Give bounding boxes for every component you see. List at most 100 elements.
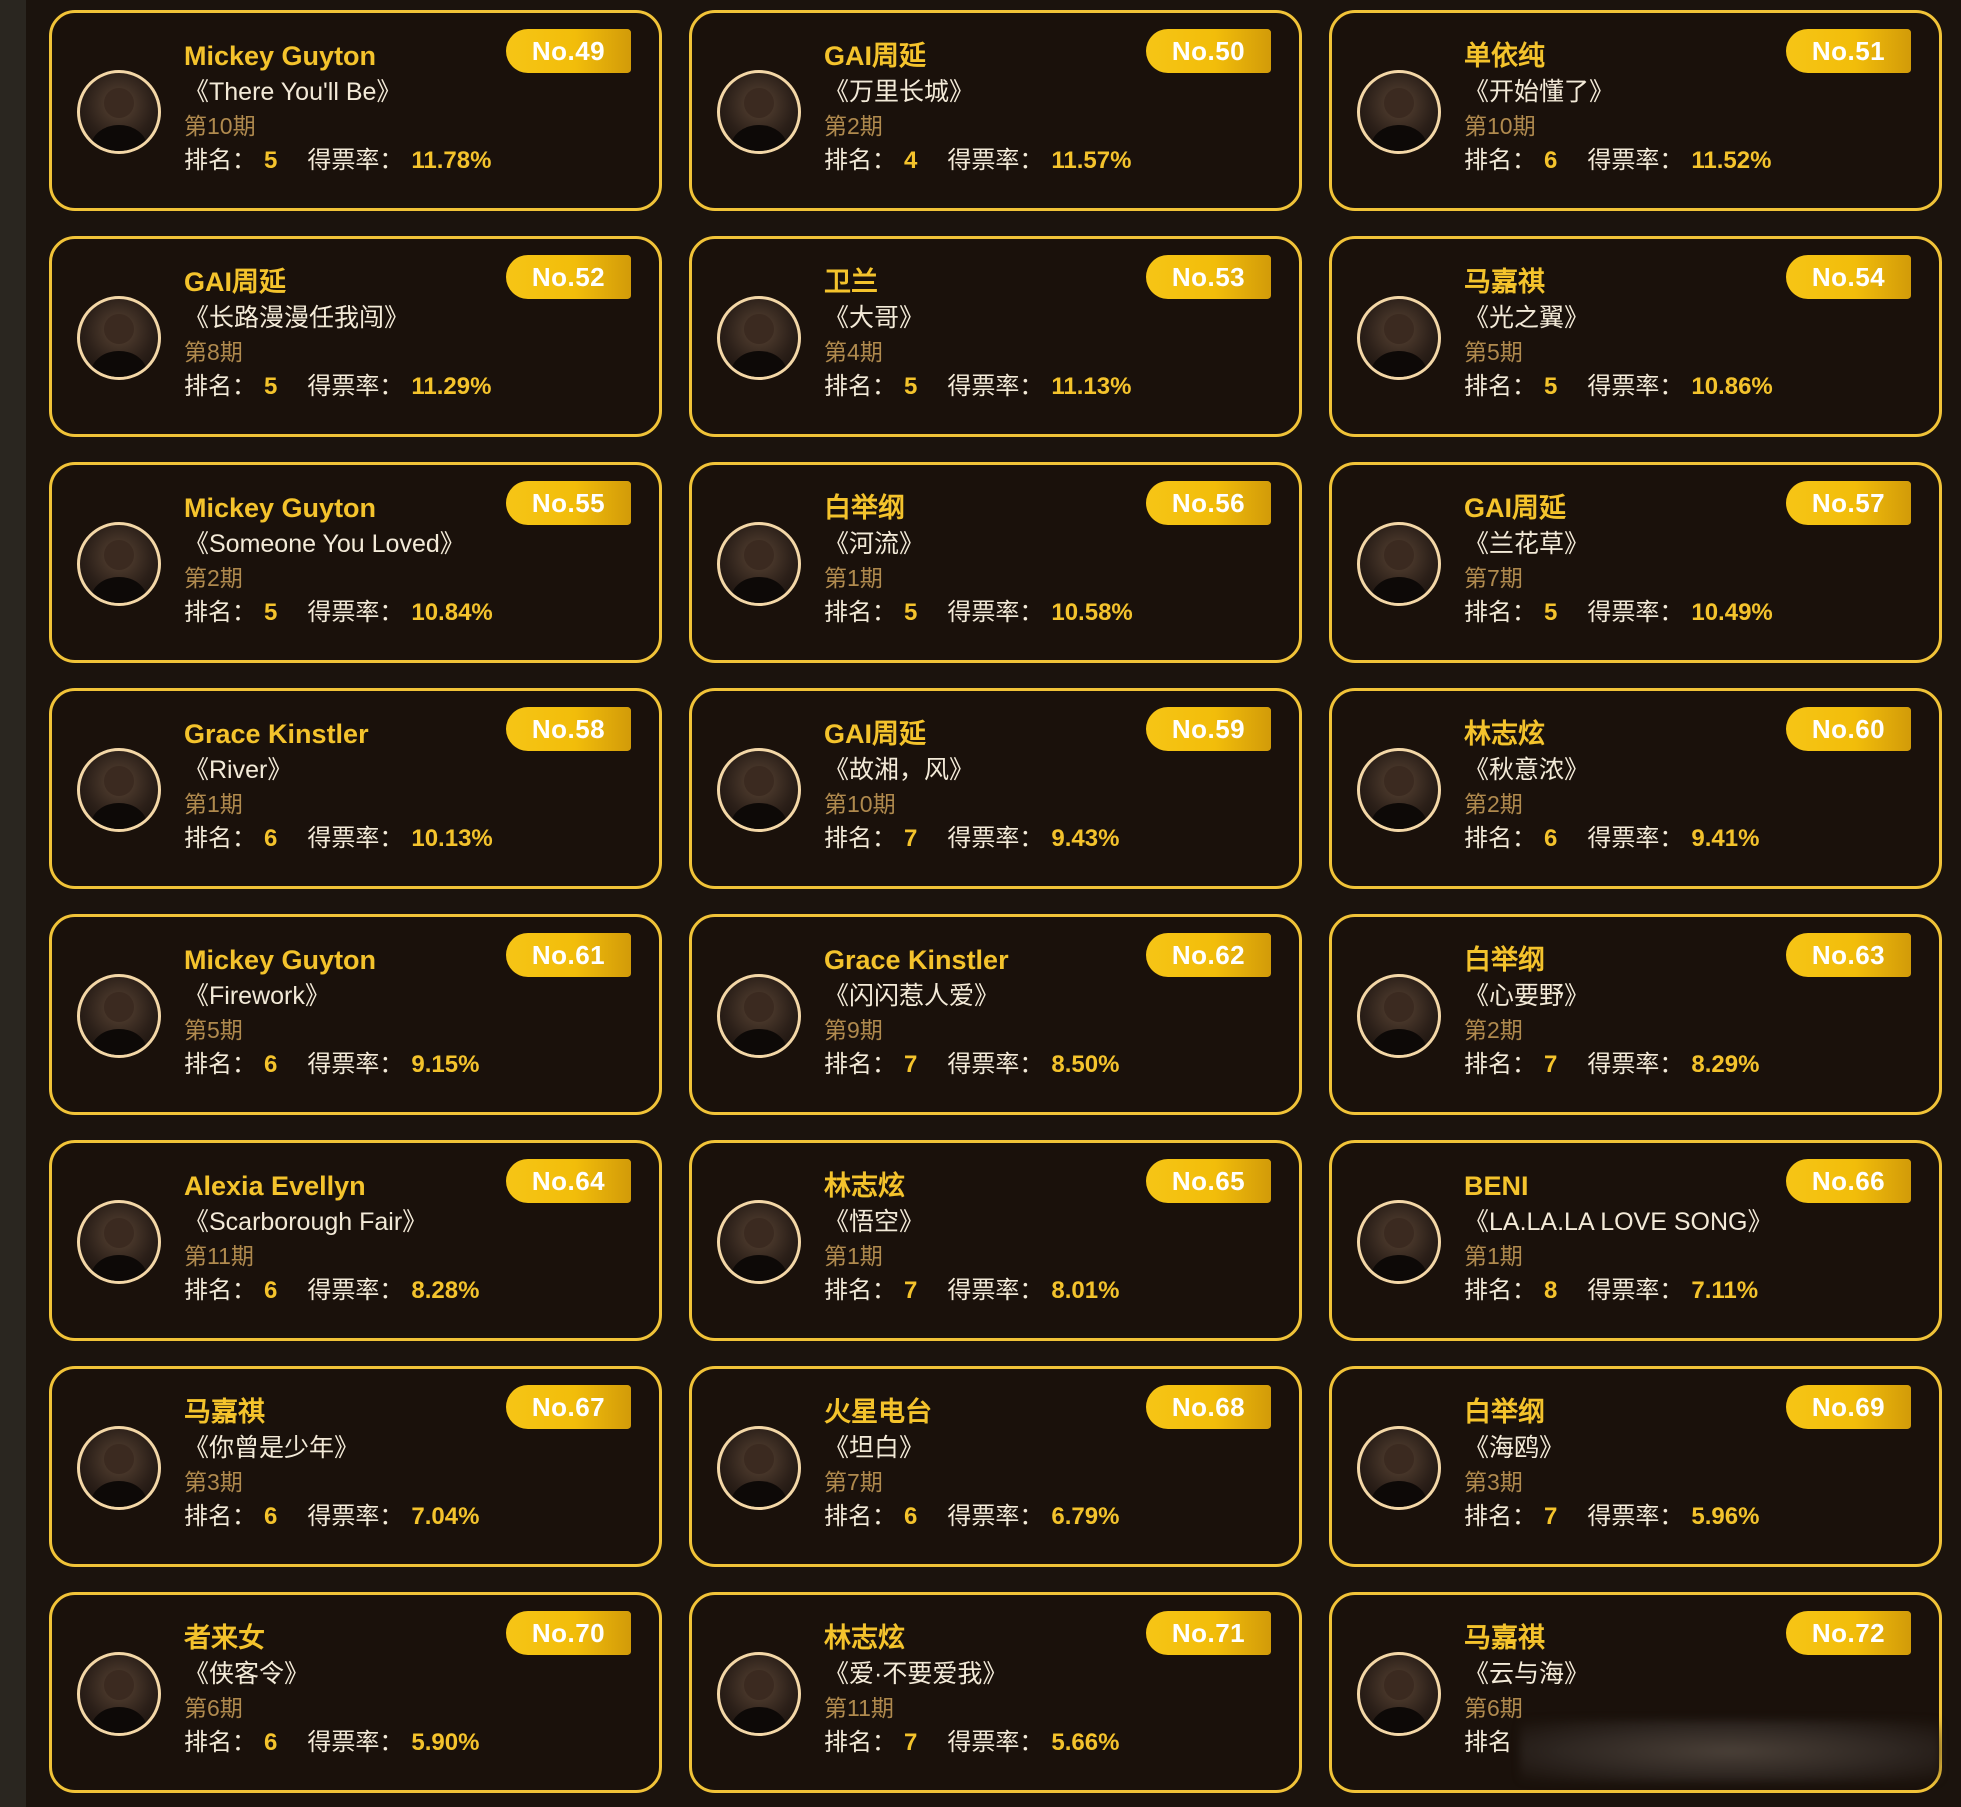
- song-title: 《闪闪惹人爱》: [824, 982, 1000, 1010]
- rank-label: 排名：: [1464, 1051, 1536, 1078]
- rate-label: 得票率：: [307, 147, 404, 174]
- song-title: 《光之翼》: [1464, 304, 1590, 332]
- rate-label: 得票率：: [307, 1729, 404, 1756]
- singer-name: Grace Kinstler: [824, 945, 1009, 975]
- song-title: 《Firework》: [184, 982, 330, 1010]
- performance-card[interactable]: No.54 马嘉祺 《光之翼》 第5期 排名： 5 得票率： 10.86%: [1329, 236, 1942, 437]
- avatar-person-icon: [91, 1218, 147, 1281]
- performance-card[interactable]: No.66 BENI 《LA.LA.LA LOVE SONG》 第1期 排名： 8 得票率：…: [1329, 1140, 1942, 1341]
- song-title: 《侠客令》: [184, 1660, 310, 1688]
- singer-name: GAI周延: [184, 267, 287, 297]
- episode-label: 第5期: [1464, 339, 1523, 365]
- card-info: GAI周延 《兰花草》 第7期 排名： 5 得票率： 10.49%: [1464, 491, 1904, 629]
- rate-label: 得票率：: [947, 1503, 1044, 1530]
- singer-name: 马嘉祺: [1464, 267, 1545, 297]
- singer-avatar: [1357, 70, 1441, 154]
- episode-label: 第10期: [1464, 113, 1536, 139]
- episode-label: 第4期: [824, 339, 883, 365]
- singer-avatar: [717, 1200, 801, 1284]
- performance-card[interactable]: No.51 单依纯 《开始懂了》 第10期 排名： 6 得票率： 11.52%: [1329, 10, 1942, 211]
- vote-rate-value: 10.13%: [411, 825, 493, 852]
- performance-card[interactable]: No.71 林志炫 《爱·不要爱我》 第11期 排名： 7 得票率： 5.66%: [689, 1592, 1302, 1793]
- performance-card[interactable]: No.62 Grace Kinstler 《闪闪惹人爱》 第9期 排名： 7 得票率： 8.5…: [689, 914, 1302, 1115]
- song-title: 《LA.LA.LA LOVE SONG》: [1464, 1208, 1773, 1236]
- singer-name: 者来女: [184, 1623, 265, 1653]
- singer-name: Mickey Guyton: [184, 41, 377, 71]
- performance-card[interactable]: No.55 Mickey Guyton 《Someone You Loved》 第2期…: [49, 462, 662, 663]
- episode-label: 第11期: [824, 1695, 894, 1721]
- performance-card[interactable]: No.61 Mickey Guyton 《Firework》 第5期 排名： 6 得票率： 9…: [49, 914, 662, 1115]
- stats-row: 排名： 6 得票率： 10.13%: [184, 823, 624, 855]
- card-info: Grace Kinstler 《闪闪惹人爱》 第9期 排名： 7 得票率： 8.50%: [824, 943, 1264, 1081]
- performance-card[interactable]: No.56 白举纲 《河流》 第1期 排名： 5 得票率： 10.58%: [689, 462, 1302, 663]
- song-title: 《坦白》: [824, 1434, 925, 1462]
- song-title: 《海鸥》: [1464, 1434, 1565, 1462]
- rank-label: 排名：: [184, 599, 256, 626]
- performance-card[interactable]: No.63 白举纲 《心要野》 第2期 排名： 7 得票率： 8.29%: [1329, 914, 1942, 1115]
- singer-name: Mickey Guyton: [184, 945, 377, 975]
- performance-card[interactable]: No.69 白举纲 《海鸥》 第3期 排名： 7 得票率： 5.96%: [1329, 1366, 1942, 1567]
- song-title: 《河流》: [824, 530, 925, 558]
- singer-avatar: [1357, 1652, 1441, 1736]
- stats-row: 排名： 7 得票率： 9.43%: [824, 823, 1264, 855]
- avatar-person-icon: [731, 1670, 787, 1733]
- avatar-person-icon: [1371, 540, 1427, 603]
- avatar-person-icon: [91, 766, 147, 829]
- song-title: 《故湘，风》: [824, 756, 975, 784]
- avatar-person-icon: [1371, 1218, 1427, 1281]
- performance-card[interactable]: No.67 马嘉祺 《你曾是少年》 第3期 排名： 6 得票率： 7.04%: [49, 1366, 662, 1567]
- episode-label: 第10期: [184, 113, 256, 139]
- song-title: 《开始懂了》: [1464, 78, 1615, 106]
- rank-value: 7: [1544, 1503, 1558, 1530]
- stats-row: 排名： 7 得票率： 8.01%: [824, 1275, 1264, 1307]
- singer-name: 火星电台: [824, 1397, 932, 1427]
- singer-name: GAI周延: [824, 41, 927, 71]
- rank-value: 4: [904, 147, 918, 174]
- rate-label: 得票率：: [1587, 373, 1684, 400]
- singer-avatar: [717, 748, 801, 832]
- performance-card[interactable]: No.70 者来女 《侠客令》 第6期 排名： 6 得票率： 5.90%: [49, 1592, 662, 1793]
- rank-value: 8: [1544, 1277, 1558, 1304]
- rank-value: 6: [264, 825, 278, 852]
- stats-row: 排名： 5 得票率： 10.49%: [1464, 597, 1904, 629]
- performance-card[interactable]: No.49 Mickey Guyton 《There You'll Be》 第10期排…: [49, 10, 662, 211]
- card-info: 林志炫 《秋意浓》 第2期 排名： 6 得票率： 9.41%: [1464, 717, 1904, 855]
- performance-card[interactable]: No.65 林志炫 《悟空》 第1期 排名： 7 得票率： 8.01%: [689, 1140, 1302, 1341]
- performance-card[interactable]: No.60 林志炫 《秋意浓》 第2期 排名： 6 得票率： 9.41%: [1329, 688, 1942, 889]
- avatar-person-icon: [91, 1444, 147, 1507]
- vote-rate-value: 11.57%: [1051, 147, 1132, 174]
- stats-row: 排名： 5 得票率： 11.78%: [184, 145, 624, 177]
- stats-row: 排名： 6 得票率： 6.79%: [824, 1501, 1264, 1533]
- episode-label: 第5期: [184, 1017, 243, 1043]
- performance-card[interactable]: No.57 GAI周延 《兰花草》 第7期 排名： 5 得票率： 10.49%: [1329, 462, 1942, 663]
- vote-rate-value: 11.29%: [411, 373, 492, 400]
- vote-rate-value: 5.90%: [411, 1729, 480, 1756]
- singer-avatar: [1357, 974, 1441, 1058]
- rank-value: 6: [1544, 147, 1558, 174]
- performance-card[interactable]: No.58 Grace Kinstler 《River》 第1期 排名： 6 得票率： 10.…: [49, 688, 662, 889]
- stats-row: 排名： 6 得票率： 11.52%: [1464, 145, 1904, 177]
- performance-card[interactable]: No.52 GAI周延 《长路漫漫任我闯》 第8期 排名： 5 得票率： 11.29%: [49, 236, 662, 437]
- performance-card[interactable]: No.50 GAI周延 《万里长城》 第2期 排名： 4 得票率： 11.57%: [689, 10, 1302, 211]
- rate-label: 得票率：: [1587, 147, 1684, 174]
- performance-card[interactable]: No.68 火星电台 《坦白》 第7期 排名： 6 得票率： 6.79%: [689, 1366, 1302, 1567]
- card-info: Mickey Guyton 《Someone You Loved》 第2期 排名： 5 得…: [184, 491, 624, 629]
- performance-card[interactable]: No.64 Alexia Evellyn 《Scarborough Fair》 第11…: [49, 1140, 662, 1341]
- episode-label: 第10期: [824, 791, 896, 817]
- singer-name: 白举纲: [824, 493, 905, 523]
- avatar-person-icon: [731, 540, 787, 603]
- rate-label: 得票率：: [947, 1051, 1044, 1078]
- vote-rate-value: 7.04%: [411, 1503, 480, 1530]
- rate-label: 得票率：: [307, 599, 404, 626]
- rank-label: 排名：: [184, 1051, 256, 1078]
- card-info: 白举纲 《河流》 第1期 排名： 5 得票率： 10.58%: [824, 491, 1264, 629]
- singer-avatar: [77, 1426, 161, 1510]
- vote-rate-value: 11.78%: [411, 147, 492, 174]
- performance-card[interactable]: No.53 卫兰 《大哥》 第4期 排名： 5 得票率： 11.13%: [689, 236, 1302, 437]
- rate-label: 得票率：: [1587, 1503, 1684, 1530]
- episode-label: 第2期: [1464, 791, 1523, 817]
- stats-row: 排名： 7 得票率： 8.50%: [824, 1049, 1264, 1081]
- avatar-person-icon: [731, 766, 787, 829]
- performance-card[interactable]: No.59 GAI周延 《故湘，风》 第10期 排名： 7 得票率： 9.43%: [689, 688, 1302, 889]
- vote-rate-value: 10.86%: [1691, 373, 1773, 400]
